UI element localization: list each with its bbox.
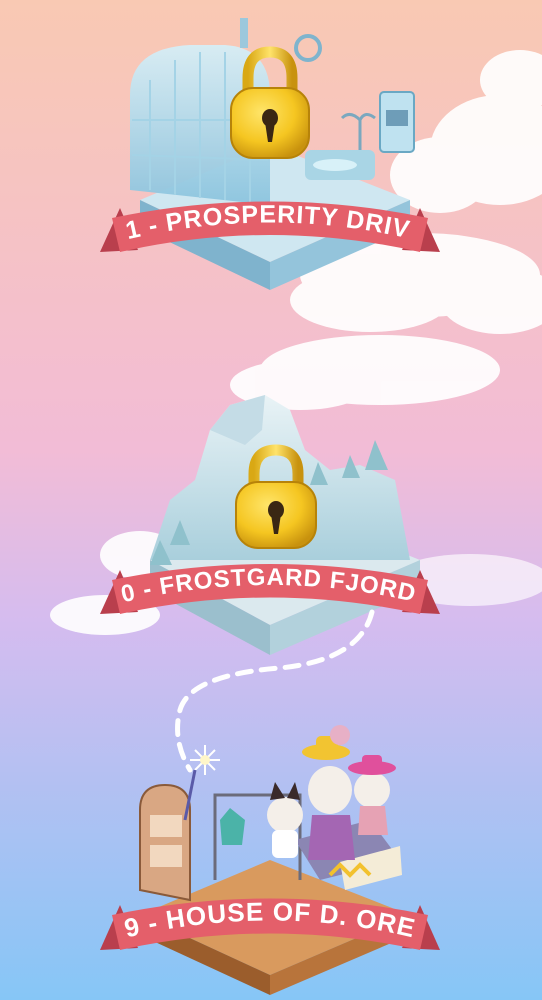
level-map: 11 - PROSPERITY DRIVE 10 - FROSTGARD FJO… [0,0,542,1000]
